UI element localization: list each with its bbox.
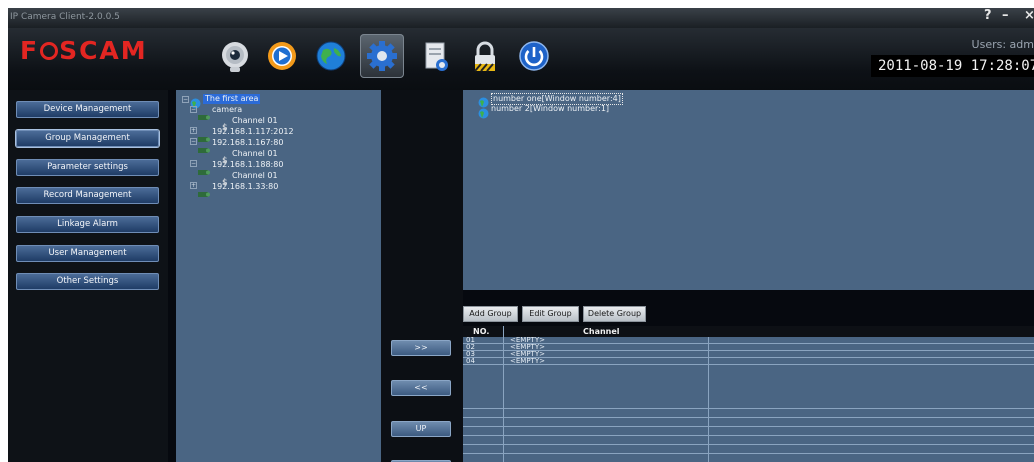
device-tree[interactable]: − The first area − camera $ Channel 01 +… (176, 90, 381, 462)
tree-channel[interactable]: Channel 01 (232, 116, 278, 126)
tree-expander[interactable]: − (182, 96, 189, 103)
table-row[interactable]: 02 <EMPTY> (463, 343, 1034, 351)
delete-group-button[interactable]: Delete Group (583, 306, 646, 322)
play-icon[interactable] (263, 38, 301, 76)
table-row[interactable]: 01 <EMPTY> (463, 336, 1034, 344)
tree-node[interactable]: 192.168.1.33:80 (212, 182, 278, 192)
table-row[interactable] (463, 436, 1034, 445)
group-item[interactable]: number 2[Window number:1] (491, 104, 609, 114)
globe-node-icon (478, 104, 489, 123)
tree-channel[interactable]: Channel 01 (232, 171, 278, 181)
users-label: Users: adm (971, 38, 1034, 51)
camera-node-icon (198, 139, 210, 158)
close-button[interactable]: × (1024, 8, 1034, 23)
table-header: NO. Channel (463, 326, 1034, 337)
column-header-channel: Channel (583, 327, 620, 336)
help-button[interactable]: ? (984, 8, 992, 23)
sidebar-item-linkage-alarm[interactable]: Linkage Alarm (16, 216, 159, 233)
transfer-controls: >> << UP down (381, 90, 463, 462)
tree-node[interactable]: camera (212, 105, 242, 115)
power-icon[interactable] (515, 38, 553, 76)
row-channel: <EMPTY> (510, 357, 545, 365)
camera-node-icon (198, 106, 210, 125)
tree-channel[interactable]: Channel 01 (232, 149, 278, 159)
tree-node[interactable]: 192.168.1.188:80 (212, 160, 283, 170)
add-group-button[interactable]: Add Group (463, 306, 518, 322)
globe-icon[interactable] (312, 38, 350, 76)
table-row[interactable] (463, 427, 1034, 436)
sidebar-item-other-settings[interactable]: Other Settings (16, 273, 159, 290)
tree-expander[interactable]: − (190, 160, 197, 167)
sidebar-item-device-management[interactable]: Device Management (16, 101, 159, 118)
tree-expander[interactable]: + (190, 182, 197, 189)
title-bar: IP Camera Client-2.0.0.5 ? – × (8, 8, 1034, 28)
tree-expander[interactable]: − (190, 138, 197, 145)
tree-node[interactable]: 192.168.1.117:2012 (212, 127, 294, 137)
channel-table: NO. Channel 01 <EMPTY> 02 <EMPTY> 03 <EM… (463, 326, 1034, 462)
sidebar-item-record-management[interactable]: Record Management (16, 187, 159, 204)
remove-from-group-button[interactable]: << (391, 380, 451, 396)
table-row[interactable] (463, 445, 1034, 454)
row-number: 04 (466, 357, 475, 365)
settings-gear-icon[interactable] (360, 34, 404, 78)
sidebar-item-group-management[interactable]: Group Management (16, 130, 159, 147)
camera-node-icon (198, 183, 210, 202)
sidebar-item-user-management[interactable]: User Management (16, 245, 159, 262)
table-row[interactable]: 03 <EMPTY> (463, 350, 1034, 358)
tree-node[interactable]: 192.168.1.167:80 (212, 138, 283, 148)
table-row[interactable] (463, 409, 1034, 418)
foscam-logo: F SCAM (20, 36, 148, 65)
table-row[interactable] (463, 418, 1034, 427)
lock-icon[interactable] (466, 38, 504, 76)
edit-group-button[interactable]: Edit Group (522, 306, 579, 322)
document-icon[interactable] (417, 38, 455, 76)
camera-node-icon (198, 161, 210, 180)
move-up-button[interactable]: UP (391, 421, 451, 437)
sidebar-item-parameter-settings[interactable]: Parameter settings (16, 159, 159, 176)
table-row[interactable]: 04 <EMPTY> (463, 357, 1034, 365)
table-row[interactable] (463, 365, 1034, 409)
minimize-button[interactable]: – (1002, 8, 1009, 23)
column-header-no: NO. (473, 327, 490, 336)
tree-expander[interactable]: − (190, 106, 197, 113)
datetime-display: 2011-08-19 17:28:07 (871, 55, 1034, 77)
window-title: IP Camera Client-2.0.0.5 (10, 12, 120, 22)
tree-expander[interactable]: + (190, 127, 197, 134)
group-list[interactable]: number one[Window number:4] number 2[Win… (463, 90, 1034, 290)
sidebar: Device Management Group Management Param… (8, 90, 168, 462)
app-window: IP Camera Client-2.0.0.5 ? – × F SCAM Use… (8, 8, 1034, 462)
add-to-group-button[interactable]: >> (391, 340, 451, 356)
camera-icon[interactable] (216, 38, 254, 76)
tree-root[interactable]: The first area (203, 94, 261, 104)
